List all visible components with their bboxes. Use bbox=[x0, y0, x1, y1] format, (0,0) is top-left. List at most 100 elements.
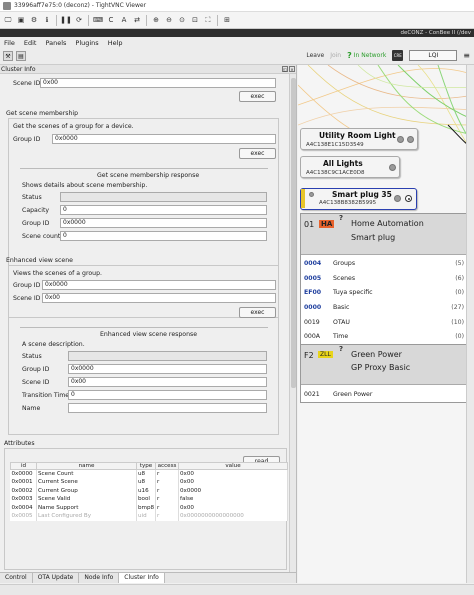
leave-button[interactable]: Leave bbox=[306, 52, 324, 59]
cell-access: r bbox=[155, 512, 179, 521]
grid-icon[interactable]: ⊞ bbox=[221, 14, 233, 26]
scene-count-field[interactable]: 0 bbox=[60, 231, 267, 241]
cluster-name: Tuya specific bbox=[333, 288, 373, 296]
zoom-100-icon[interactable]: ⊙ bbox=[176, 14, 188, 26]
col-access[interactable]: access bbox=[155, 462, 179, 470]
name-field[interactable] bbox=[68, 403, 267, 413]
endpoint-profile: Home Automation bbox=[351, 219, 424, 228]
capacity-field[interactable]: 0 bbox=[60, 205, 267, 215]
ev-scene-id-field-2[interactable]: 0x00 bbox=[68, 377, 267, 387]
menu-file[interactable]: File bbox=[4, 39, 15, 47]
list-icon[interactable]: ≡ bbox=[463, 51, 470, 60]
cluster-name: Green Power bbox=[333, 390, 373, 398]
join-button[interactable]: Join bbox=[330, 52, 341, 59]
toolbar-right: Leave Join ? In Network CRE LQI ≡ bbox=[306, 50, 470, 61]
table-row[interactable]: 0x0005 Last Configured By uid r 0x000000… bbox=[10, 512, 288, 521]
enhanced-view-title: Enhanced view scene bbox=[6, 257, 73, 264]
alt-key-icon[interactable]: A bbox=[118, 14, 130, 26]
cre-icon[interactable]: CRE bbox=[392, 50, 404, 61]
scene-id-input[interactable]: 0x00 bbox=[40, 78, 276, 88]
endpoint-dot-icon[interactable] bbox=[397, 136, 404, 143]
zoom-in-icon[interactable]: ⊕ bbox=[150, 14, 162, 26]
float-icon[interactable]: ◱ bbox=[282, 66, 288, 72]
device-icon[interactable]: ▤ bbox=[16, 51, 26, 61]
table-row[interactable]: 0x0003 Scene Valid bool r false bbox=[10, 495, 288, 504]
info-icon[interactable]: ℹ bbox=[41, 14, 53, 26]
cell-value: 0x00 bbox=[178, 469, 288, 478]
menu-plugins[interactable]: Plugins bbox=[75, 39, 98, 47]
ev-group-id-field-2[interactable]: 0x0000 bbox=[68, 364, 267, 374]
table-row[interactable]: 0x0000 Scene Count u8 r 0x00 bbox=[10, 469, 288, 478]
graph-scrollbar[interactable] bbox=[466, 65, 474, 583]
close-icon[interactable]: × bbox=[289, 66, 295, 72]
scrollbar-thumb[interactable] bbox=[291, 78, 296, 388]
cluster-row-groups[interactable]: 0004 Groups (5) bbox=[304, 257, 466, 269]
cell-name: Name Support bbox=[36, 503, 137, 512]
get-membership-desc: Get the scenes of a group for a device. bbox=[13, 123, 134, 130]
table-row[interactable]: 0x0004 Name Support bmp8 r 0x00 bbox=[10, 503, 288, 512]
cluster-row-tuya[interactable]: EF00 Tuya specific (0) bbox=[304, 286, 466, 298]
endpoint-dot-icon[interactable] bbox=[407, 136, 414, 143]
endpoint-01-panel: 01 HA ? Home Automation Smart plug 0004 G… bbox=[300, 213, 469, 345]
options-icon[interactable]: ⚙ bbox=[28, 14, 40, 26]
wrench-icon[interactable]: ⚒ bbox=[3, 51, 13, 61]
ev-scene-id-input[interactable]: 0x00 bbox=[42, 293, 276, 303]
cluster-row-basic[interactable]: 0000 Basic (27) bbox=[304, 301, 466, 313]
zoom-fit-icon[interactable]: ⊡ bbox=[189, 14, 201, 26]
cell-id: 0x0001 bbox=[10, 478, 37, 487]
ctrl-alt-del-icon[interactable]: ⌨ bbox=[92, 14, 104, 26]
cluster-row-green-power[interactable]: 0021 Green Power bbox=[304, 388, 466, 400]
network-graph[interactable]: Utility Room Light A4C138E1C15D3549 All … bbox=[298, 65, 474, 583]
cluster-count: (0) bbox=[455, 332, 464, 340]
node-all-lights[interactable]: All Lights A4C138C9C1ACE0D8 bbox=[300, 156, 400, 178]
fullscreen-icon[interactable]: ⛶ bbox=[202, 14, 214, 26]
ev-response-desc: A scene description. bbox=[22, 341, 85, 348]
transfer-icon[interactable]: ⇄ bbox=[131, 14, 143, 26]
endpoint-selected-icon[interactable] bbox=[405, 195, 412, 202]
new-connection-icon[interactable]: 🖵 bbox=[2, 14, 14, 26]
tab-control[interactable]: Control bbox=[0, 573, 33, 583]
endpoint-dot-icon[interactable] bbox=[394, 195, 401, 202]
lqi-dropdown[interactable]: LQI bbox=[409, 50, 458, 61]
save-icon[interactable]: ▣ bbox=[15, 14, 27, 26]
cell-type: bmp8 bbox=[136, 503, 156, 512]
cell-access: r bbox=[155, 478, 179, 487]
menu-help[interactable]: Help bbox=[108, 39, 123, 47]
group-id-field-2[interactable]: 0x0000 bbox=[60, 218, 267, 228]
exec-button-1[interactable]: exec bbox=[239, 91, 276, 102]
cluster-row-time[interactable]: 000A Time (0) bbox=[304, 330, 466, 342]
tab-ota-update[interactable]: OTA Update bbox=[33, 573, 80, 583]
attribute-table[interactable]: id name type access value 0x0000 Scene C… bbox=[10, 462, 288, 521]
col-type[interactable]: type bbox=[136, 462, 156, 470]
endpoint-id: F2 bbox=[304, 351, 314, 360]
tab-cluster-info[interactable]: Cluster Info bbox=[119, 573, 165, 583]
cluster-row-otau[interactable]: 0019 OTAU (10) bbox=[304, 316, 466, 328]
zoom-out-icon[interactable]: ⊖ bbox=[163, 14, 175, 26]
col-name[interactable]: name bbox=[36, 462, 137, 470]
node-utility-room-light[interactable]: Utility Room Light A4C138E1C15D3549 bbox=[300, 128, 418, 150]
ctrl-key-icon[interactable]: C bbox=[105, 14, 117, 26]
network-status-label: In Network bbox=[353, 52, 387, 59]
cluster-row-scenes[interactable]: 0005 Scenes (6) bbox=[304, 272, 466, 284]
col-value[interactable]: value bbox=[178, 462, 288, 470]
vnc-titlebar: 33996aff7e75:0 (deconz) - TightVNC Viewe… bbox=[0, 0, 474, 12]
node-mac: A4C138E1C15D3549 bbox=[306, 142, 364, 148]
table-row[interactable]: 0x0001 Current Scene u8 r 0x00 bbox=[10, 478, 288, 487]
table-row[interactable]: 0x0002 Current Group u16 r 0x0000 bbox=[10, 486, 288, 495]
exec-button-2[interactable]: exec bbox=[239, 148, 276, 159]
tab-node-info[interactable]: Node Info bbox=[79, 573, 120, 583]
panel-scrollbar[interactable] bbox=[289, 74, 296, 572]
cluster-count: (0) bbox=[455, 288, 464, 296]
refresh-icon[interactable]: ⟳ bbox=[73, 14, 85, 26]
node-smart-plug-35[interactable]: Smart plug 35 A4C138B8382B5995 bbox=[300, 188, 417, 210]
exec-button-3[interactable]: exec bbox=[239, 307, 276, 318]
menu-panels[interactable]: Panels bbox=[45, 39, 66, 47]
menu-edit[interactable]: Edit bbox=[24, 39, 37, 47]
ev-group-id-input[interactable]: 0x0000 bbox=[42, 280, 276, 290]
cluster-count: (6) bbox=[455, 274, 464, 282]
transition-time-field[interactable]: 0 bbox=[68, 390, 267, 400]
endpoint-dot-icon[interactable] bbox=[389, 164, 396, 171]
col-id[interactable]: id bbox=[10, 462, 37, 470]
pause-icon[interactable]: ❚❚ bbox=[60, 14, 72, 26]
group-id-input[interactable]: 0x0000 bbox=[52, 134, 276, 144]
